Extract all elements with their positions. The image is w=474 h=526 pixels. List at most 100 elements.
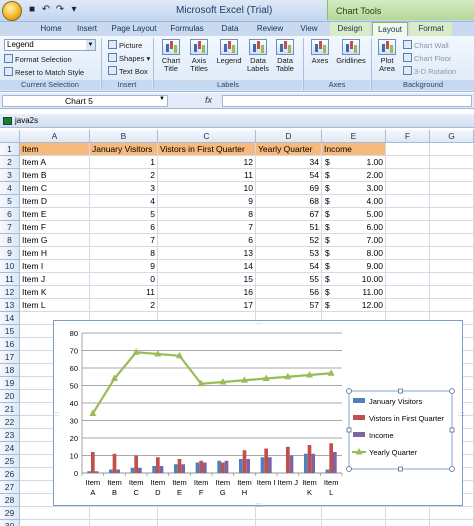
tab-format[interactable]: Format	[410, 22, 452, 36]
chart-element-selector[interactable]: Legend ▼	[4, 39, 96, 51]
grid-cell[interactable]	[386, 169, 430, 182]
data-labels-button[interactable]: Data Labels	[244, 39, 272, 73]
data-cell[interactable]: 2	[90, 299, 158, 312]
grid-cell[interactable]	[20, 507, 90, 520]
data-cell[interactable]: $6.00	[322, 221, 386, 234]
data-cell[interactable]: 11	[158, 169, 256, 182]
data-cell[interactable]: $8.00	[322, 247, 386, 260]
header-cell[interactable]: Yearly Quarter	[256, 143, 322, 156]
data-cell[interactable]: Item B	[20, 169, 90, 182]
grid-cell[interactable]	[430, 520, 474, 526]
row-header[interactable]: 24	[0, 442, 20, 455]
data-cell[interactable]: $7.00	[322, 234, 386, 247]
row-header[interactable]: 15	[0, 325, 20, 338]
data-cell[interactable]: 3	[90, 182, 158, 195]
tab-review[interactable]: Review	[250, 22, 290, 36]
tab-insert[interactable]: Insert	[70, 22, 104, 36]
axis-titles-button[interactable]: Axis Titles	[186, 39, 212, 73]
row-header[interactable]: 2	[0, 156, 20, 169]
grid-cell[interactable]	[20, 520, 90, 526]
row-header[interactable]: 14	[0, 312, 20, 325]
row-header[interactable]: 29	[0, 507, 20, 520]
header-cell[interactable]: Income	[322, 143, 386, 156]
grid-cell[interactable]	[90, 507, 158, 520]
data-cell[interactable]: Item A	[20, 156, 90, 169]
grid-cell[interactable]	[158, 507, 256, 520]
data-cell[interactable]: $2.00	[322, 169, 386, 182]
tab-formulas[interactable]: Formulas	[164, 22, 210, 36]
data-cell[interactable]: 53	[256, 247, 322, 260]
row-header[interactable]: 20	[0, 390, 20, 403]
grid-cell[interactable]	[430, 273, 474, 286]
row-header[interactable]: 3	[0, 169, 20, 182]
data-cell[interactable]: $5.00	[322, 208, 386, 221]
data-cell[interactable]: 68	[256, 195, 322, 208]
column-header[interactable]: E	[322, 130, 386, 143]
row-header[interactable]: 26	[0, 468, 20, 481]
data-cell[interactable]: Item K	[20, 286, 90, 299]
grid-cell[interactable]	[386, 182, 430, 195]
data-cell[interactable]: 6	[90, 221, 158, 234]
grid-cell[interactable]	[430, 286, 474, 299]
insert-function-button[interactable]: fx	[205, 95, 212, 105]
data-cell[interactable]: $3.00	[322, 182, 386, 195]
grid-cell[interactable]	[386, 247, 430, 260]
data-cell[interactable]: 57	[256, 299, 322, 312]
grid-cell[interactable]	[430, 195, 474, 208]
save-icon[interactable]: ■	[26, 4, 38, 16]
data-cell[interactable]: Item L	[20, 299, 90, 312]
grid-cell[interactable]	[90, 520, 158, 526]
chevron-down-icon[interactable]: ▼	[86, 40, 95, 50]
grid-cell[interactable]	[430, 507, 474, 520]
grid-cell[interactable]	[256, 507, 322, 520]
grid-cell[interactable]	[256, 520, 322, 526]
data-cell[interactable]: $11.00	[322, 286, 386, 299]
data-cell[interactable]: $12.00	[322, 299, 386, 312]
grid-cell[interactable]	[430, 247, 474, 260]
name-box[interactable]: Chart 5	[2, 95, 168, 107]
data-cell[interactable]: Item J	[20, 273, 90, 286]
data-cell[interactable]: Item F	[20, 221, 90, 234]
data-cell[interactable]: 9	[90, 260, 158, 273]
row-header[interactable]: 17	[0, 351, 20, 364]
data-cell[interactable]: 15	[158, 273, 256, 286]
row-header[interactable]: 11	[0, 273, 20, 286]
data-table-button[interactable]: Data Table	[272, 39, 298, 73]
row-header[interactable]: 13	[0, 299, 20, 312]
data-cell[interactable]: Item D	[20, 195, 90, 208]
row-header[interactable]: 9	[0, 247, 20, 260]
data-cell[interactable]: 6	[158, 234, 256, 247]
row-header[interactable]: 6	[0, 208, 20, 221]
data-cell[interactable]: 13	[158, 247, 256, 260]
grid-cell[interactable]	[386, 520, 430, 526]
tab-page-layout[interactable]: Page Layout	[106, 22, 162, 36]
data-cell[interactable]: 54	[256, 169, 322, 182]
data-cell[interactable]: 8	[90, 247, 158, 260]
grid-cell[interactable]	[430, 182, 474, 195]
row-header[interactable]: 1	[0, 143, 20, 156]
grid-cell[interactable]	[386, 273, 430, 286]
tab-home[interactable]: Home	[34, 22, 68, 36]
grid-cell[interactable]	[386, 156, 430, 169]
data-cell[interactable]: 54	[256, 260, 322, 273]
formula-input[interactable]	[222, 95, 472, 107]
tab-view[interactable]: View	[292, 22, 326, 36]
grid-cell[interactable]	[386, 195, 430, 208]
row-header[interactable]: 5	[0, 195, 20, 208]
grid-cell[interactable]	[430, 221, 474, 234]
data-cell[interactable]: $1.00	[322, 156, 386, 169]
data-cell[interactable]: 67	[256, 208, 322, 221]
row-header[interactable]: 28	[0, 494, 20, 507]
data-cell[interactable]: Item I	[20, 260, 90, 273]
grid-cell[interactable]	[430, 208, 474, 221]
row-header[interactable]: 27	[0, 481, 20, 494]
row-header[interactable]: 8	[0, 234, 20, 247]
data-cell[interactable]: 16	[158, 286, 256, 299]
data-cell[interactable]: 7	[158, 221, 256, 234]
data-cell[interactable]: $10.00	[322, 273, 386, 286]
row-header[interactable]: 18	[0, 364, 20, 377]
column-header[interactable]: F	[386, 130, 430, 143]
grid-cell[interactable]	[386, 260, 430, 273]
rotation-button[interactable]: 3-D Rotation	[403, 66, 456, 78]
row-header[interactable]: 16	[0, 338, 20, 351]
